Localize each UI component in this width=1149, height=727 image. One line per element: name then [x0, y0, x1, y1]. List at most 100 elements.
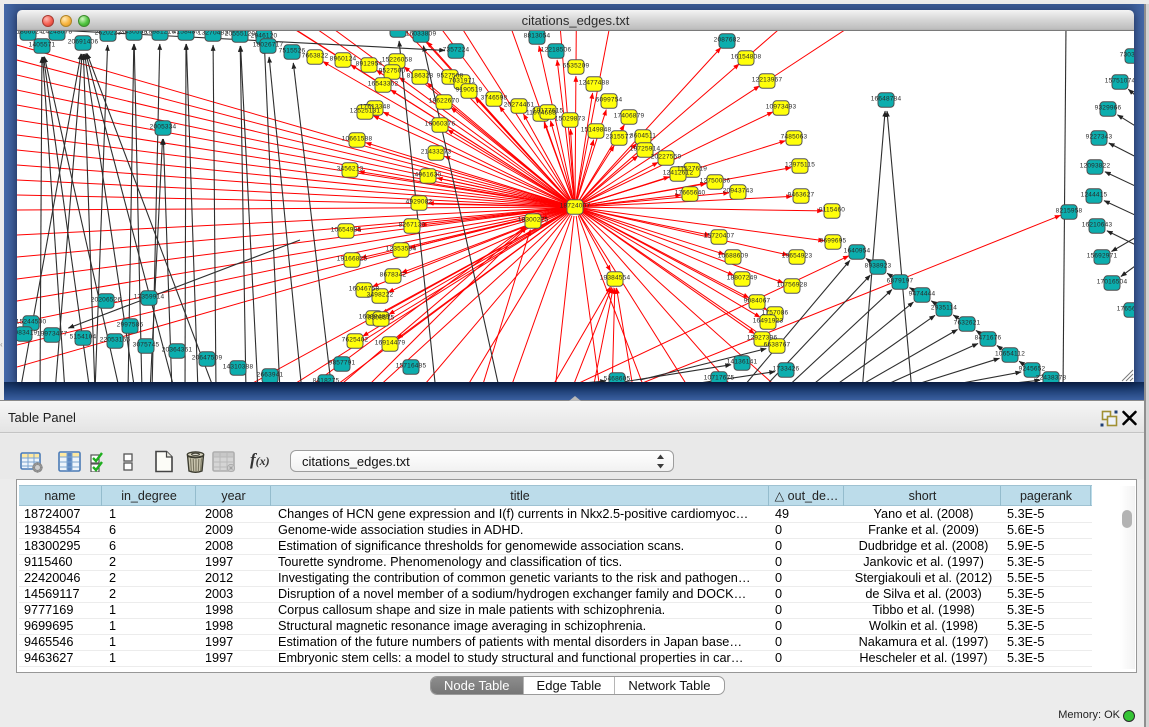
- svg-text:9474444: 9474444: [909, 291, 936, 298]
- svg-text:8418275: 8418275: [313, 378, 340, 382]
- svg-text:18807249: 18807249: [727, 275, 758, 282]
- svg-text:8960124: 8960124: [330, 56, 357, 63]
- svg-text:3430558: 3430558: [121, 31, 148, 36]
- svg-text:8215958: 8215958: [1056, 208, 1083, 215]
- svg-text:3456213: 3456213: [337, 166, 364, 173]
- svg-text:17656906: 17656906: [1117, 306, 1134, 313]
- svg-text:1640954: 1640954: [844, 248, 871, 255]
- svg-text:19654923: 19654923: [782, 253, 813, 260]
- svg-text:2087682: 2087682: [714, 37, 741, 44]
- svg-text:3075745: 3075745: [133, 342, 160, 349]
- svg-text:12975115: 12975115: [785, 162, 815, 169]
- svg-text:9308575: 9308575: [368, 315, 395, 322]
- svg-text:2315577: 2315577: [606, 134, 633, 141]
- svg-text:2946120: 2946120: [251, 33, 278, 40]
- svg-text:16914479: 16914479: [375, 340, 406, 347]
- svg-text:18300275: 18300275: [518, 217, 549, 224]
- svg-text:14136141: 14136141: [727, 359, 758, 366]
- svg-text:10688609: 10688609: [718, 253, 749, 260]
- svg-text:17665640: 17665640: [675, 190, 706, 197]
- svg-text:20227559: 20227559: [651, 154, 682, 161]
- svg-text:15751074: 15751074: [1105, 78, 1134, 85]
- svg-text:12353594: 12353594: [386, 246, 417, 253]
- svg-text:8813054: 8813054: [524, 33, 551, 40]
- svg-text:6535209: 6535209: [563, 63, 590, 70]
- svg-text:15692971: 15692971: [1087, 253, 1118, 260]
- svg-text:9084067: 9084067: [744, 298, 771, 305]
- svg-text:9190519: 9190519: [456, 87, 483, 94]
- svg-text:20691406: 20691406: [68, 39, 99, 46]
- svg-text:8186328: 8186328: [407, 73, 434, 80]
- svg-text:2663941: 2663941: [257, 372, 284, 379]
- svg-text:3604511: 3604511: [630, 133, 656, 140]
- svg-text:9463627: 9463627: [788, 192, 815, 199]
- svg-text:7303905: 7303905: [1120, 52, 1134, 59]
- svg-text:15029873: 15029873: [555, 116, 586, 123]
- svg-text:16210643: 16210643: [1082, 222, 1113, 229]
- svg-text:15720407: 15720407: [704, 233, 735, 240]
- svg-text:21433273: 21433273: [421, 149, 452, 156]
- svg-text:8912954: 8912954: [356, 61, 383, 68]
- svg-text:15226058: 15226058: [382, 57, 413, 64]
- svg-text:5468605: 5468605: [604, 376, 631, 382]
- svg-text:12218506: 12218506: [541, 47, 572, 54]
- svg-text:6099754: 6099754: [596, 97, 623, 104]
- svg-text:7632621: 7632621: [954, 320, 981, 327]
- svg-text:19973477: 19973477: [37, 331, 68, 338]
- svg-text:12477488: 12477488: [579, 80, 610, 87]
- svg-text:1733426: 1733426: [773, 366, 800, 373]
- svg-text:22053165: 22053165: [100, 337, 131, 344]
- svg-text:15244500: 15244500: [17, 319, 46, 326]
- svg-text:2997586: 2997586: [117, 322, 144, 329]
- svg-text:4929082: 4929082: [406, 199, 433, 206]
- svg-text:1757086: 1757086: [762, 310, 789, 317]
- svg-text:16543362: 16543362: [368, 81, 399, 88]
- svg-text:12525131: 12525131: [350, 108, 381, 115]
- svg-text:3498222: 3498222: [367, 292, 394, 299]
- svg-text:1244415: 1244415: [1081, 192, 1108, 199]
- svg-text:17406879: 17406879: [614, 113, 645, 120]
- svg-text:9699695: 9699695: [820, 238, 847, 245]
- svg-text:8938923: 8938923: [865, 263, 892, 270]
- svg-text:18981216: 18981216: [145, 31, 176, 36]
- svg-text:12213967: 12213967: [752, 77, 783, 84]
- svg-text:14310388: 14310388: [223, 364, 254, 371]
- svg-text:8267130: 8267130: [399, 222, 426, 229]
- svg-text:9115460: 9115460: [819, 207, 845, 214]
- svg-text:4961630: 4961630: [415, 172, 442, 179]
- svg-text:11866024: 11866024: [17, 31, 43, 36]
- svg-text:2005334: 2005334: [150, 124, 177, 131]
- svg-text:2620223: 2620223: [95, 31, 122, 37]
- svg-text:19166825: 19166825: [337, 256, 368, 263]
- svg-text:16060376: 16060376: [425, 121, 456, 128]
- svg-text:19725914: 19725914: [630, 146, 661, 153]
- svg-text:9857791: 9857791: [329, 360, 356, 367]
- svg-text:9329966: 9329966: [1095, 105, 1122, 112]
- svg-text:15149848: 15149848: [581, 127, 612, 134]
- svg-text:8678342: 8678342: [380, 272, 407, 279]
- svg-text:7485063: 7485063: [781, 134, 808, 141]
- svg-text:15716485: 15716485: [396, 363, 427, 370]
- svg-text:9245652: 9245652: [1019, 366, 1046, 373]
- svg-text:4158480: 4158480: [173, 31, 200, 36]
- svg-text:16154808: 16154808: [731, 54, 762, 61]
- svg-text:10654112: 10654112: [995, 351, 1025, 358]
- svg-text:18177615: 18177615: [533, 108, 564, 115]
- svg-text:9527500: 9527500: [379, 68, 406, 75]
- svg-text:9227343: 9227343: [1086, 134, 1113, 141]
- svg-text:7357224: 7357224: [443, 47, 470, 54]
- svg-text:8471676: 8471676: [975, 335, 1002, 342]
- svg-text:17016504: 17016504: [1097, 279, 1128, 286]
- svg-text:7663822: 7663822: [302, 53, 329, 60]
- svg-text:17359914: 17359914: [134, 294, 165, 301]
- svg-text:6638767: 6638767: [764, 342, 791, 349]
- svg-text:14248078: 14248078: [42, 31, 73, 36]
- svg-text:10654985: 10654985: [331, 227, 362, 234]
- svg-text:12412612: 12412612: [663, 170, 694, 177]
- svg-text:12750036: 12750036: [700, 178, 731, 185]
- svg-text:16491923: 16491923: [753, 318, 784, 325]
- svg-text:20364361: 20364361: [162, 347, 193, 354]
- svg-text:20274461: 20274461: [504, 102, 535, 109]
- svg-text:7031971: 7031971: [449, 78, 476, 85]
- svg-text:10973493: 10973493: [766, 104, 797, 111]
